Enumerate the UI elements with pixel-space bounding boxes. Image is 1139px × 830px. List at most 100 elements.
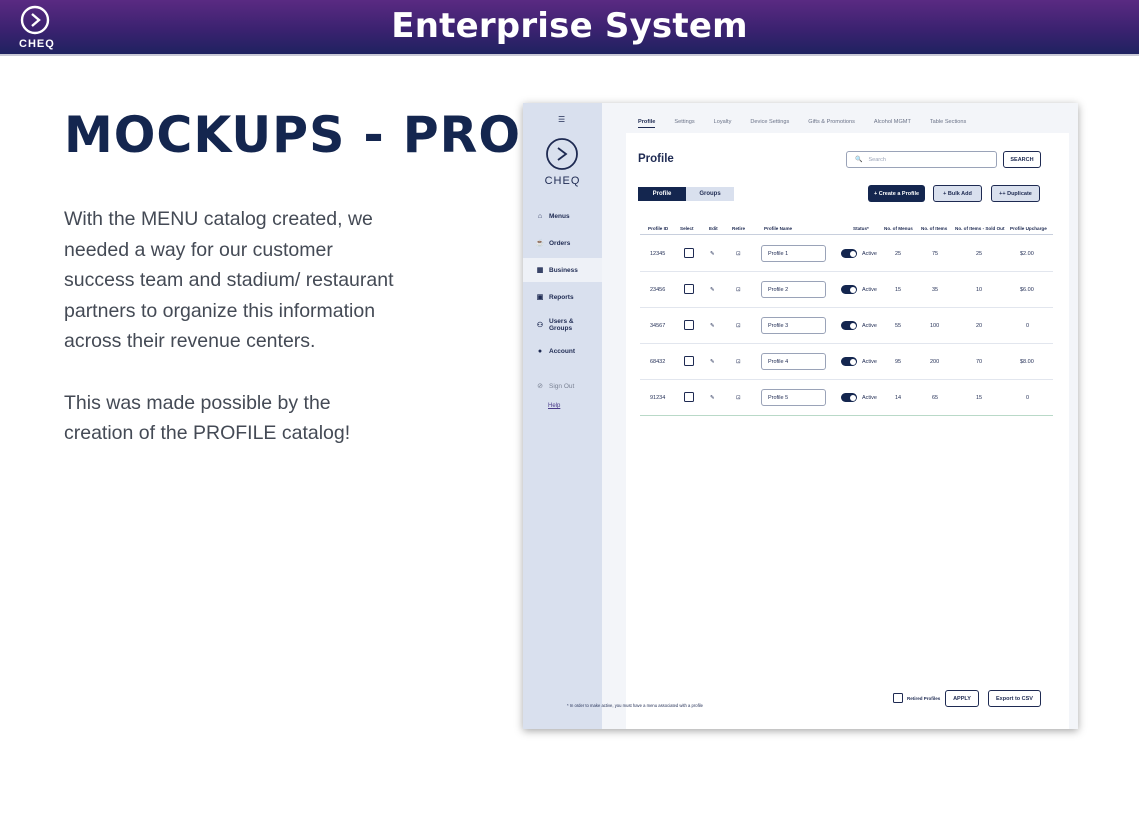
sign-out-label: Sign Out <box>549 382 575 390</box>
sidebar-item-reports[interactable]: ▣ Reports <box>523 285 602 309</box>
menus-count: 95 <box>895 359 902 365</box>
account-person-icon: ● <box>537 347 543 355</box>
collapse-sidebar-icon[interactable]: ☰ <box>558 115 565 124</box>
sidebar-item-label: Reports <box>549 293 574 301</box>
tab-alcohol-mgmt[interactable]: Alcohol MGMT <box>874 119 911 128</box>
retire-archive-icon[interactable]: ⊡ <box>736 287 741 293</box>
sidebar-item-account[interactable]: ● Account <box>523 339 602 363</box>
menus-count: 15 <box>895 287 902 293</box>
profile-upcharge: 0 <box>1026 323 1030 329</box>
search-icon: 🔍 <box>855 157 863 163</box>
banner-title: Enterprise System <box>391 6 748 46</box>
profile-name-field[interactable]: Profile 1 <box>761 245 826 262</box>
edit-pencil-icon[interactable]: ✎ <box>710 323 715 329</box>
status-toggle[interactable] <box>841 357 857 366</box>
business-store-icon: ▦ <box>536 267 544 274</box>
items-count: 35 <box>932 287 939 293</box>
column-header: Edit <box>709 226 718 231</box>
tab-profile[interactable]: Profile <box>638 119 656 128</box>
users-icon: ⚇ <box>536 322 544 329</box>
segment-profile[interactable]: Profile <box>638 187 686 201</box>
sidebar-item-users-groups[interactable]: ⚇ Users & Groups <box>523 313 602 337</box>
orders-cup-icon: ☕ <box>535 240 545 247</box>
tab-loyalty[interactable]: Loyalty <box>714 119 732 128</box>
menus-count: 25 <box>895 251 902 257</box>
column-header: Select <box>680 226 694 231</box>
edit-pencil-icon[interactable]: ✎ <box>710 251 715 257</box>
apply-button[interactable]: APPLY <box>945 690 979 707</box>
profile-upcharge: $6.00 <box>1020 287 1034 293</box>
status-label: Active <box>862 287 877 293</box>
status-toggle[interactable] <box>841 393 857 402</box>
select-checkbox[interactable] <box>684 320 694 330</box>
top-tabs: Profile Settings Loyalty Device Settings… <box>638 119 985 128</box>
select-checkbox[interactable] <box>684 284 694 294</box>
profile-name-field[interactable]: Profile 4 <box>761 353 826 370</box>
bulk-add-button[interactable]: + Bulk Add <box>933 185 982 202</box>
retire-archive-icon[interactable]: ⊡ <box>736 323 741 329</box>
search-input[interactable]: 🔍 Search <box>846 151 997 168</box>
status-toggle[interactable] <box>841 249 857 258</box>
slide-paragraph: This was made possible by the creation o… <box>64 391 351 445</box>
page-title: Profile <box>638 153 674 165</box>
column-header: Retire <box>732 226 746 231</box>
sidebar-item-business[interactable]: ▦ Business <box>523 258 602 282</box>
create-profile-button[interactable]: + Create a Profile <box>868 185 925 202</box>
status-label: Active <box>862 395 877 401</box>
sold-out-count: 15 <box>976 395 983 401</box>
select-checkbox[interactable] <box>684 248 694 258</box>
edit-pencil-icon[interactable]: ✎ <box>710 395 715 401</box>
duplicate-button[interactable]: ++ Duplicate <box>991 185 1040 202</box>
sidebar-item-menus[interactable]: ⌂ Menus <box>523 204 602 228</box>
sign-out-icon: ⊘ <box>537 383 543 390</box>
select-checkbox[interactable] <box>684 392 694 402</box>
status-toggle[interactable] <box>841 321 857 330</box>
column-header: Profile Upcharge <box>1010 226 1047 231</box>
tab-gifts-promotions[interactable]: Gifts & Promotions <box>808 119 855 128</box>
edit-pencil-icon[interactable]: ✎ <box>710 359 715 365</box>
profile-panel <box>626 133 1069 729</box>
profile-groups-toggle: Profile Groups <box>638 187 734 201</box>
edit-pencil-icon[interactable]: ✎ <box>710 287 715 293</box>
sidebar-item-orders[interactable]: ☕ Orders <box>523 231 602 255</box>
sold-out-count: 20 <box>976 323 983 329</box>
help-link[interactable]: Help <box>548 403 560 409</box>
search-placeholder: Search <box>868 156 886 163</box>
tab-device-settings[interactable]: Device Settings <box>750 119 789 128</box>
column-header: Profile ID <box>648 226 669 231</box>
retire-archive-icon[interactable]: ⊡ <box>736 359 741 365</box>
cheq-logo-icon <box>546 138 578 170</box>
tab-table-sections[interactable]: Table Sections <box>930 119 966 128</box>
table-row: 91234 ✎ ⊡ Profile 5 Active 14 65 15 0 <box>640 380 1053 416</box>
profile-name-field[interactable]: Profile 5 <box>761 389 826 406</box>
export-csv-button[interactable]: Export to CSV <box>988 690 1041 707</box>
tab-settings[interactable]: Settings <box>674 119 694 128</box>
menu-bell-icon: ⌂ <box>537 212 543 220</box>
sidebar-item-label: Orders <box>549 239 571 247</box>
profile-name-field[interactable]: Profile 2 <box>761 281 826 298</box>
search-button[interactable]: SEARCH <box>1003 151 1041 168</box>
retired-profiles-checkbox[interactable] <box>893 693 903 703</box>
profile-id: 23456 <box>650 287 666 293</box>
segment-groups[interactable]: Groups <box>686 187 734 201</box>
retire-archive-icon[interactable]: ⊡ <box>736 395 741 401</box>
profile-id: 12345 <box>650 251 666 257</box>
profile-upcharge: 0 <box>1026 395 1030 401</box>
table-row: 34567 ✎ ⊡ Profile 3 Active 55 100 20 0 <box>640 308 1053 344</box>
slide-paragraph: With the MENU catalog created, we needed… <box>64 208 394 353</box>
profile-name-field[interactable]: Profile 3 <box>761 317 826 334</box>
sidebar: ☰ CHEQ ⌂ Menus ☕ Orders ▦ Business ▣ Rep… <box>523 103 602 729</box>
table-header: Profile ID Select Edit Retire Profile Na… <box>640 225 1053 235</box>
status-label: Active <box>862 323 877 329</box>
reports-chart-icon: ▣ <box>536 294 544 301</box>
profile-id: 91234 <box>650 395 666 401</box>
retire-archive-icon[interactable]: ⊡ <box>736 251 741 257</box>
sidebar-item-label: Business <box>549 266 578 274</box>
status-toggle[interactable] <box>841 285 857 294</box>
sign-out-link[interactable]: ⊘ Sign Out <box>523 374 602 398</box>
column-header: No. of Items - Sold Out <box>955 226 1005 231</box>
select-checkbox[interactable] <box>684 356 694 366</box>
sold-out-count: 10 <box>976 287 983 293</box>
profile-upcharge: $2.00 <box>1020 251 1034 257</box>
column-header: Profile Name <box>764 226 793 231</box>
